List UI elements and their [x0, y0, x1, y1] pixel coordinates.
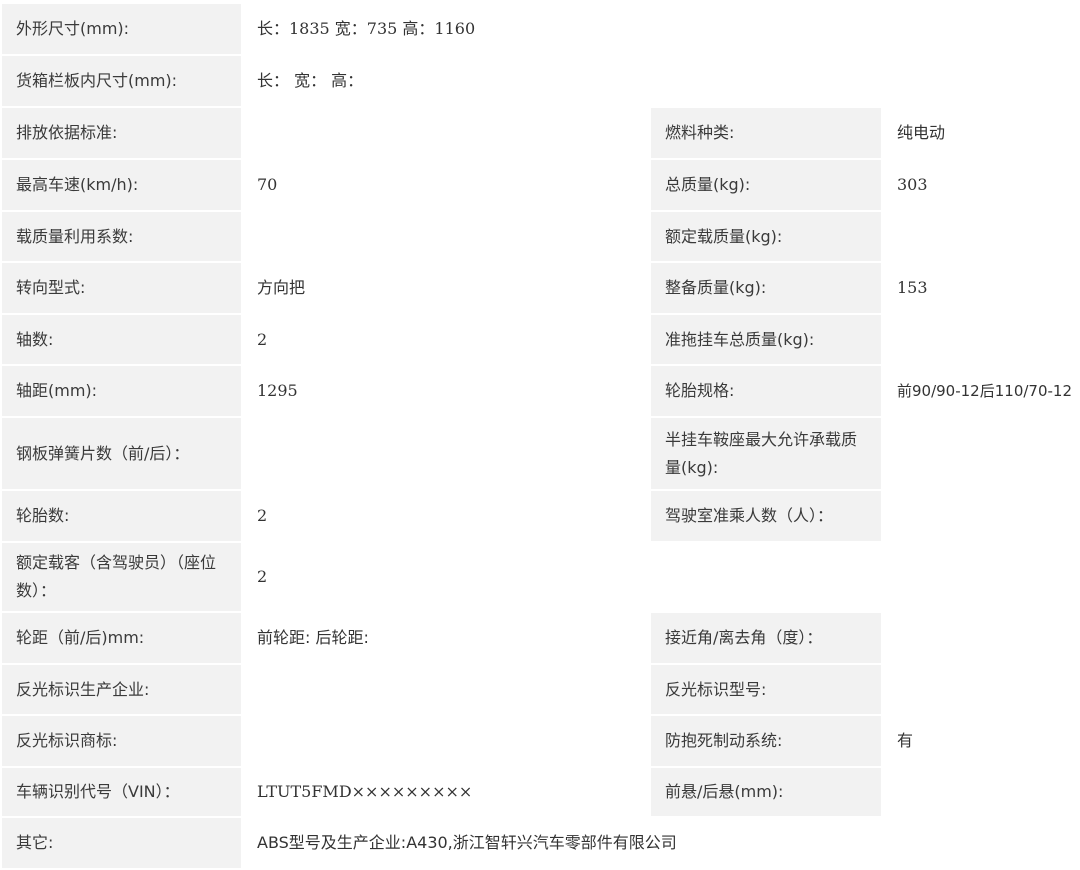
spec-value: ABS型号及生产企业:A430,浙江智轩兴汽车零部件有限公司: [241, 816, 1080, 870]
spec-value: [241, 714, 651, 768]
spec-value: [881, 489, 1080, 543]
spec-value: 1295: [241, 364, 651, 418]
spec-label: 反光标识生产企业:: [0, 663, 243, 716]
spec-table-body: 外形尺寸(mm): 长：1835 宽：735 高：1160 货箱栏板内尺寸(mm):…: [0, 2, 1080, 870]
spec-label: 整备质量(kg):: [649, 261, 883, 315]
spec-label: 额定载质量(kg):: [649, 210, 883, 263]
spec-row: 轮距（前/后)mm: 前轮距: 后轮距: 接近角/离去角（度）：: [0, 611, 1080, 665]
spec-label: 半挂车鞍座最大允许承载质量(kg):: [649, 416, 883, 491]
spec-value: 长： 宽： 高：: [241, 54, 1080, 108]
spec-label: 总质量(kg):: [649, 158, 883, 212]
spec-label: 转向型式:: [0, 261, 243, 315]
spec-label: 钢板弹簧片数（前/后）：: [0, 416, 243, 491]
spec-row: 轮胎数: 2 驾驶室准乘人数（人）：: [0, 489, 1080, 543]
spec-label: 载质量利用系数:: [0, 210, 243, 263]
spec-label: 防抱死制动系统:: [649, 714, 883, 768]
spec-label: 准拖挂车总质量(kg):: [649, 313, 883, 366]
spec-value: 303: [881, 158, 1080, 212]
spec-value: 2: [241, 541, 1080, 613]
spec-label: 反光标识商标:: [0, 714, 243, 768]
spec-label: 燃料种类:: [649, 106, 883, 160]
spec-label: 轮胎数:: [0, 489, 243, 543]
spec-value: [881, 766, 1080, 818]
spec-row: 最高车速(km/h): 70 总质量(kg): 303: [0, 158, 1080, 212]
spec-value: 153: [881, 261, 1080, 315]
spec-row: 其它: ABS型号及生产企业:A430,浙江智轩兴汽车零部件有限公司: [0, 816, 1080, 870]
spec-value: [881, 611, 1080, 665]
spec-value: 长：1835 宽：735 高：1160: [241, 2, 1080, 56]
spec-row: 货箱栏板内尺寸(mm): 长： 宽： 高：: [0, 54, 1080, 108]
spec-row: 车辆识别代号（VIN）： LTUT5FMD××××××××× 前悬/后悬(mm):: [0, 766, 1080, 818]
spec-value: 纯电动: [881, 106, 1080, 160]
spec-label: 轴距(mm):: [0, 364, 243, 418]
spec-value: 前轮距: 后轮距:: [241, 611, 651, 665]
spec-label: 接近角/离去角（度）：: [649, 611, 883, 665]
spec-value: 70: [241, 158, 651, 212]
spec-value: 2: [241, 313, 651, 366]
spec-row: 钢板弹簧片数（前/后）： 半挂车鞍座最大允许承载质量(kg):: [0, 416, 1080, 491]
spec-label: 轮胎规格:: [649, 364, 883, 418]
spec-label: 货箱栏板内尺寸(mm):: [0, 54, 243, 108]
spec-value: [881, 416, 1080, 491]
spec-value: 方向把: [241, 261, 651, 315]
spec-value: [241, 210, 651, 263]
spec-label: 额定载客（含驾驶员）（座位数）：: [0, 541, 243, 613]
spec-value: 2: [241, 489, 651, 543]
vehicle-spec-table: 外形尺寸(mm): 长：1835 宽：735 高：1160 货箱栏板内尺寸(mm):…: [0, 2, 1080, 870]
spec-row: 载质量利用系数: 额定载质量(kg):: [0, 210, 1080, 263]
spec-value: 前90/90-12后110/70-12: [881, 364, 1080, 418]
spec-row: 反光标识商标: 防抱死制动系统: 有: [0, 714, 1080, 768]
spec-row: 转向型式: 方向把 整备质量(kg): 153: [0, 261, 1080, 315]
spec-label: 驾驶室准乘人数（人）：: [649, 489, 883, 543]
spec-row: 外形尺寸(mm): 长：1835 宽：735 高：1160: [0, 2, 1080, 56]
spec-value: [881, 210, 1080, 263]
spec-value: [241, 106, 651, 160]
spec-label: 其它:: [0, 816, 243, 870]
spec-label: 轮距（前/后)mm:: [0, 611, 243, 665]
spec-label: 最高车速(km/h):: [0, 158, 243, 212]
spec-label: 外形尺寸(mm):: [0, 2, 243, 56]
spec-label: 排放依据标准:: [0, 106, 243, 160]
spec-label: 轴数:: [0, 313, 243, 366]
spec-row: 反光标识生产企业: 反光标识型号:: [0, 663, 1080, 716]
spec-value: [881, 313, 1080, 366]
spec-value: [241, 663, 651, 716]
spec-value: 有: [881, 714, 1080, 768]
spec-label: 车辆识别代号（VIN）：: [0, 766, 243, 818]
spec-label: 前悬/后悬(mm):: [649, 766, 883, 818]
spec-label: 反光标识型号:: [649, 663, 883, 716]
spec-row: 轴数: 2 准拖挂车总质量(kg):: [0, 313, 1080, 366]
spec-row: 额定载客（含驾驶员）（座位数）： 2: [0, 541, 1080, 613]
spec-value: [881, 663, 1080, 716]
spec-row: 轴距(mm): 1295 轮胎规格: 前90/90-12后110/70-12: [0, 364, 1080, 418]
spec-value: LTUT5FMD×××××××××: [241, 766, 651, 818]
spec-row: 排放依据标准: 燃料种类: 纯电动: [0, 106, 1080, 160]
spec-value: [241, 416, 651, 491]
